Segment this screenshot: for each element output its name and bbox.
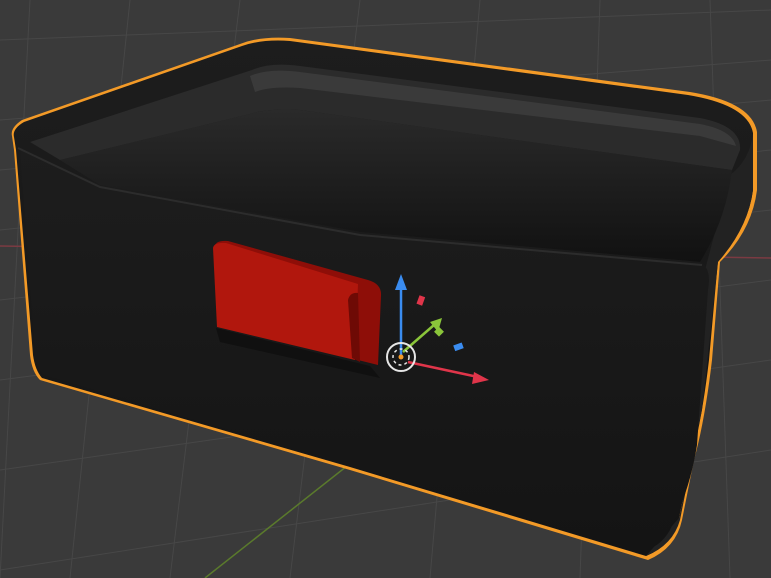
viewport-canvas[interactable]: [0, 0, 771, 578]
box-object[interactable]: [11, 37, 757, 561]
3d-viewport[interactable]: [0, 0, 771, 578]
